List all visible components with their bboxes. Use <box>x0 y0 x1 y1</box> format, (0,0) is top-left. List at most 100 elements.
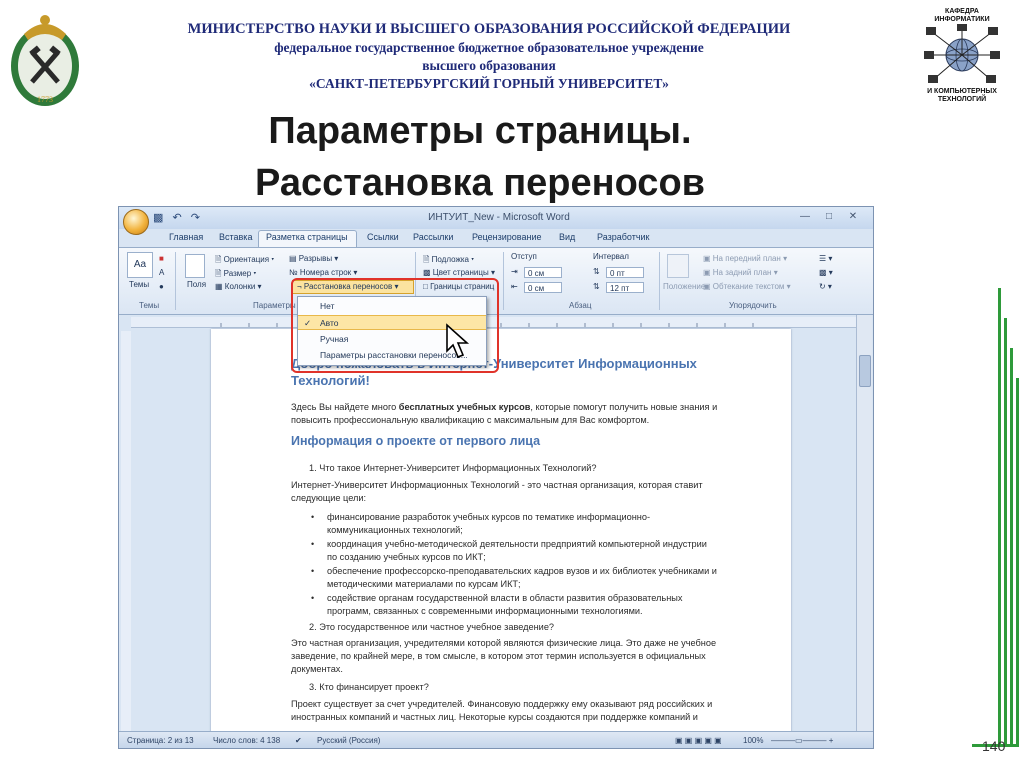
mouse-cursor-icon <box>446 323 470 359</box>
doc-heading-2: Информация о проекте от первого лица <box>291 434 541 448</box>
doc-intro-bold: бесплатных учебных курсов <box>398 402 531 412</box>
doc-question-1: 1. Что такое Интернет-Университет Информ… <box>309 463 597 473</box>
send-back-button[interactable]: ▣ На задний план ▾ <box>703 268 778 277</box>
doc-bullet-line: методическими материалами по курсам ИКТ; <box>327 579 521 589</box>
quick-access-toolbar[interactable]: ▩ ↶ ↷ <box>153 211 200 224</box>
doc-intro-post: , которые помогут получить новые знания … <box>530 402 718 412</box>
maximize-button[interactable]: □ <box>819 210 839 224</box>
spacing-after-input[interactable]: 12 пт <box>606 282 644 293</box>
tab-developer[interactable]: Разработчик <box>597 232 649 242</box>
ribbon-tabs: Главная Вставка Разметка страницы Ссылки… <box>119 229 873 248</box>
department-logo: КАФЕДРА ИНФОРМАТИКИ И КОМПЬЮТЕРНЫХ ТЕХНО… <box>910 2 1014 112</box>
doc-bullet-line: по созданию учебных курсов по ИКТ; <box>327 552 486 562</box>
theme-fonts-icon[interactable]: A <box>159 268 164 277</box>
doc-intro-line1: Здесь Вы найдете много бесплатных учебны… <box>291 402 717 414</box>
document-page[interactable]: Добро пожаловать в Интернет-Университет … <box>211 329 791 734</box>
spacing-after-icon: ⇅ <box>593 282 600 291</box>
group-label-themes: Темы <box>139 301 160 310</box>
spacing-before-icon: ⇅ <box>593 267 600 276</box>
tab-references[interactable]: Ссылки <box>367 232 399 242</box>
network-globe-icon <box>924 24 1000 83</box>
scrollbar-thumb[interactable] <box>859 355 871 387</box>
close-button[interactable]: ✕ <box>843 210 863 224</box>
theme-effects-icon[interactable]: ● <box>159 282 164 291</box>
status-words[interactable]: Число слов: 4 138 <box>213 736 280 745</box>
doc-bullet-line: финансирование разработок учебных курсов… <box>327 512 651 522</box>
bullet-icon: • <box>311 593 315 603</box>
status-page[interactable]: Страница: 2 из 13 <box>127 736 194 745</box>
tab-mailings[interactable]: Рассылки <box>413 232 453 242</box>
doc-intro-line2: повысить профессиональную квалификацию с… <box>291 415 650 425</box>
indent-right-icon: ⇤ <box>511 282 518 291</box>
bring-front-label: На передний план <box>712 254 781 263</box>
doc-bullet-line: программ, связанных с современными инфор… <box>327 606 643 616</box>
undo-icon[interactable]: ↶ <box>172 212 181 224</box>
spacing-before-input[interactable]: 0 пт <box>606 267 644 278</box>
text-wrap-button[interactable]: ▣ Обтекание текстом ▾ <box>703 282 791 291</box>
doc-paragraph-1: Интернет-Университет Информационных Техн… <box>291 480 703 490</box>
tab-insert[interactable]: Вставка <box>219 232 252 242</box>
dept-logo-text-bottom2: ТЕХНОЛОГИЙ <box>937 96 987 104</box>
breaks-button[interactable]: ▤ Разрывы ▾ <box>289 254 338 263</box>
align-icon[interactable]: ☰ ▾ <box>819 254 832 263</box>
save-icon[interactable]: ▩ <box>153 212 163 224</box>
decor-line <box>1010 348 1013 744</box>
doc-bullet-line: обеспечение профессорско-преподавательск… <box>327 566 717 576</box>
doc-bullet-line: содействие органам государственной власт… <box>327 593 683 603</box>
rotate-icon[interactable]: ↻ ▾ <box>819 282 832 291</box>
slide-title-line1: Параметры страницы. <box>268 110 692 152</box>
group-label-paragraph: Абзац <box>569 301 592 310</box>
margins-button[interactable]: Поля <box>187 280 206 289</box>
send-back-label: На задний план <box>712 268 772 277</box>
tab-view[interactable]: Вид <box>559 232 575 242</box>
tab-review[interactable]: Рецензирование <box>472 232 542 242</box>
spellcheck-icon[interactable]: ✔ <box>295 736 302 745</box>
line-numbers-button[interactable]: № Номера строк ▾ <box>289 268 357 277</box>
position-icon[interactable] <box>667 254 689 278</box>
vertical-ruler[interactable] <box>121 331 131 731</box>
margins-icon[interactable] <box>185 254 205 278</box>
status-zoom[interactable]: 100% <box>743 736 763 745</box>
orientation-button[interactable]: 🗎 Ориентация ▾ <box>215 254 274 268</box>
orientation-label: Ориентация <box>223 255 270 264</box>
spacing-label: Интервал <box>593 252 629 261</box>
theme-colors-icon[interactable]: ■ <box>159 254 164 263</box>
doc-bullet-line: коммуникационных технологий; <box>327 525 463 535</box>
ribbon-separator <box>503 252 504 310</box>
themes-button[interactable]: Темы <box>129 280 149 289</box>
watermark-button[interactable]: 🗎 Подложка ▾ <box>423 254 474 268</box>
columns-button[interactable]: ▦ Колонки ▾ <box>215 282 262 291</box>
page-color-button[interactable]: ▩ Цвет страницы ▾ <box>423 268 495 277</box>
zoom-slider[interactable]: ———▭——— + <box>771 736 833 745</box>
doc-question-3: 3. Кто финансирует проект? <box>309 682 429 692</box>
doc-bullet-line: координация учебно-методической деятельн… <box>327 539 707 549</box>
bring-front-button[interactable]: ▣ На передний план ▾ <box>703 254 787 263</box>
tab-home[interactable]: Главная <box>169 232 203 242</box>
dept-logo-text-top2: ИНФОРМАТИКИ <box>934 16 990 24</box>
education-level-line: высшего образования <box>422 58 556 73</box>
bullet-icon: • <box>311 512 315 522</box>
doc-paragraph-2: Это частная организация, учредителями ко… <box>291 638 717 648</box>
ministry-line: МИНИСТЕРСТВО НАУКИ И ВЫСШЕГО ОБРАЗОВАНИЯ… <box>187 21 791 37</box>
decor-line <box>1016 378 1019 744</box>
line-numbers-label: Номера строк <box>299 268 352 277</box>
size-button[interactable]: 🗎 Размер ▾ <box>215 268 256 282</box>
watermark-label: Подложка <box>431 255 469 264</box>
vertical-scrollbar[interactable] <box>856 315 872 733</box>
indent-right-input[interactable]: 0 см <box>524 282 562 293</box>
position-button[interactable]: Положение <box>663 282 705 291</box>
doc-intro-pre: Здесь Вы найдете много <box>291 402 399 412</box>
group-icon[interactable]: ▩ ▾ <box>819 268 833 277</box>
doc-paragraph-1b: следующие цели: <box>291 493 367 503</box>
status-language[interactable]: Русский (Россия) <box>317 736 380 745</box>
doc-paragraph-2b: заведение, по крайней мере, в том смысле… <box>291 651 706 661</box>
minimize-button[interactable]: — <box>795 210 815 224</box>
indent-left-icon: ⇥ <box>511 267 518 276</box>
indent-left-input[interactable]: 0 см <box>524 267 562 278</box>
dept-logo-text-top: КАФЕДРА <box>945 8 979 15</box>
redo-icon[interactable]: ↷ <box>191 212 200 224</box>
themes-icon[interactable]: Aa <box>127 252 153 278</box>
view-buttons[interactable]: ▣ ▣ ▣ ▣ ▣ <box>675 736 722 745</box>
page-color-label: Цвет страницы <box>432 268 489 277</box>
tab-page-layout[interactable]: Разметка страницы <box>266 232 348 242</box>
